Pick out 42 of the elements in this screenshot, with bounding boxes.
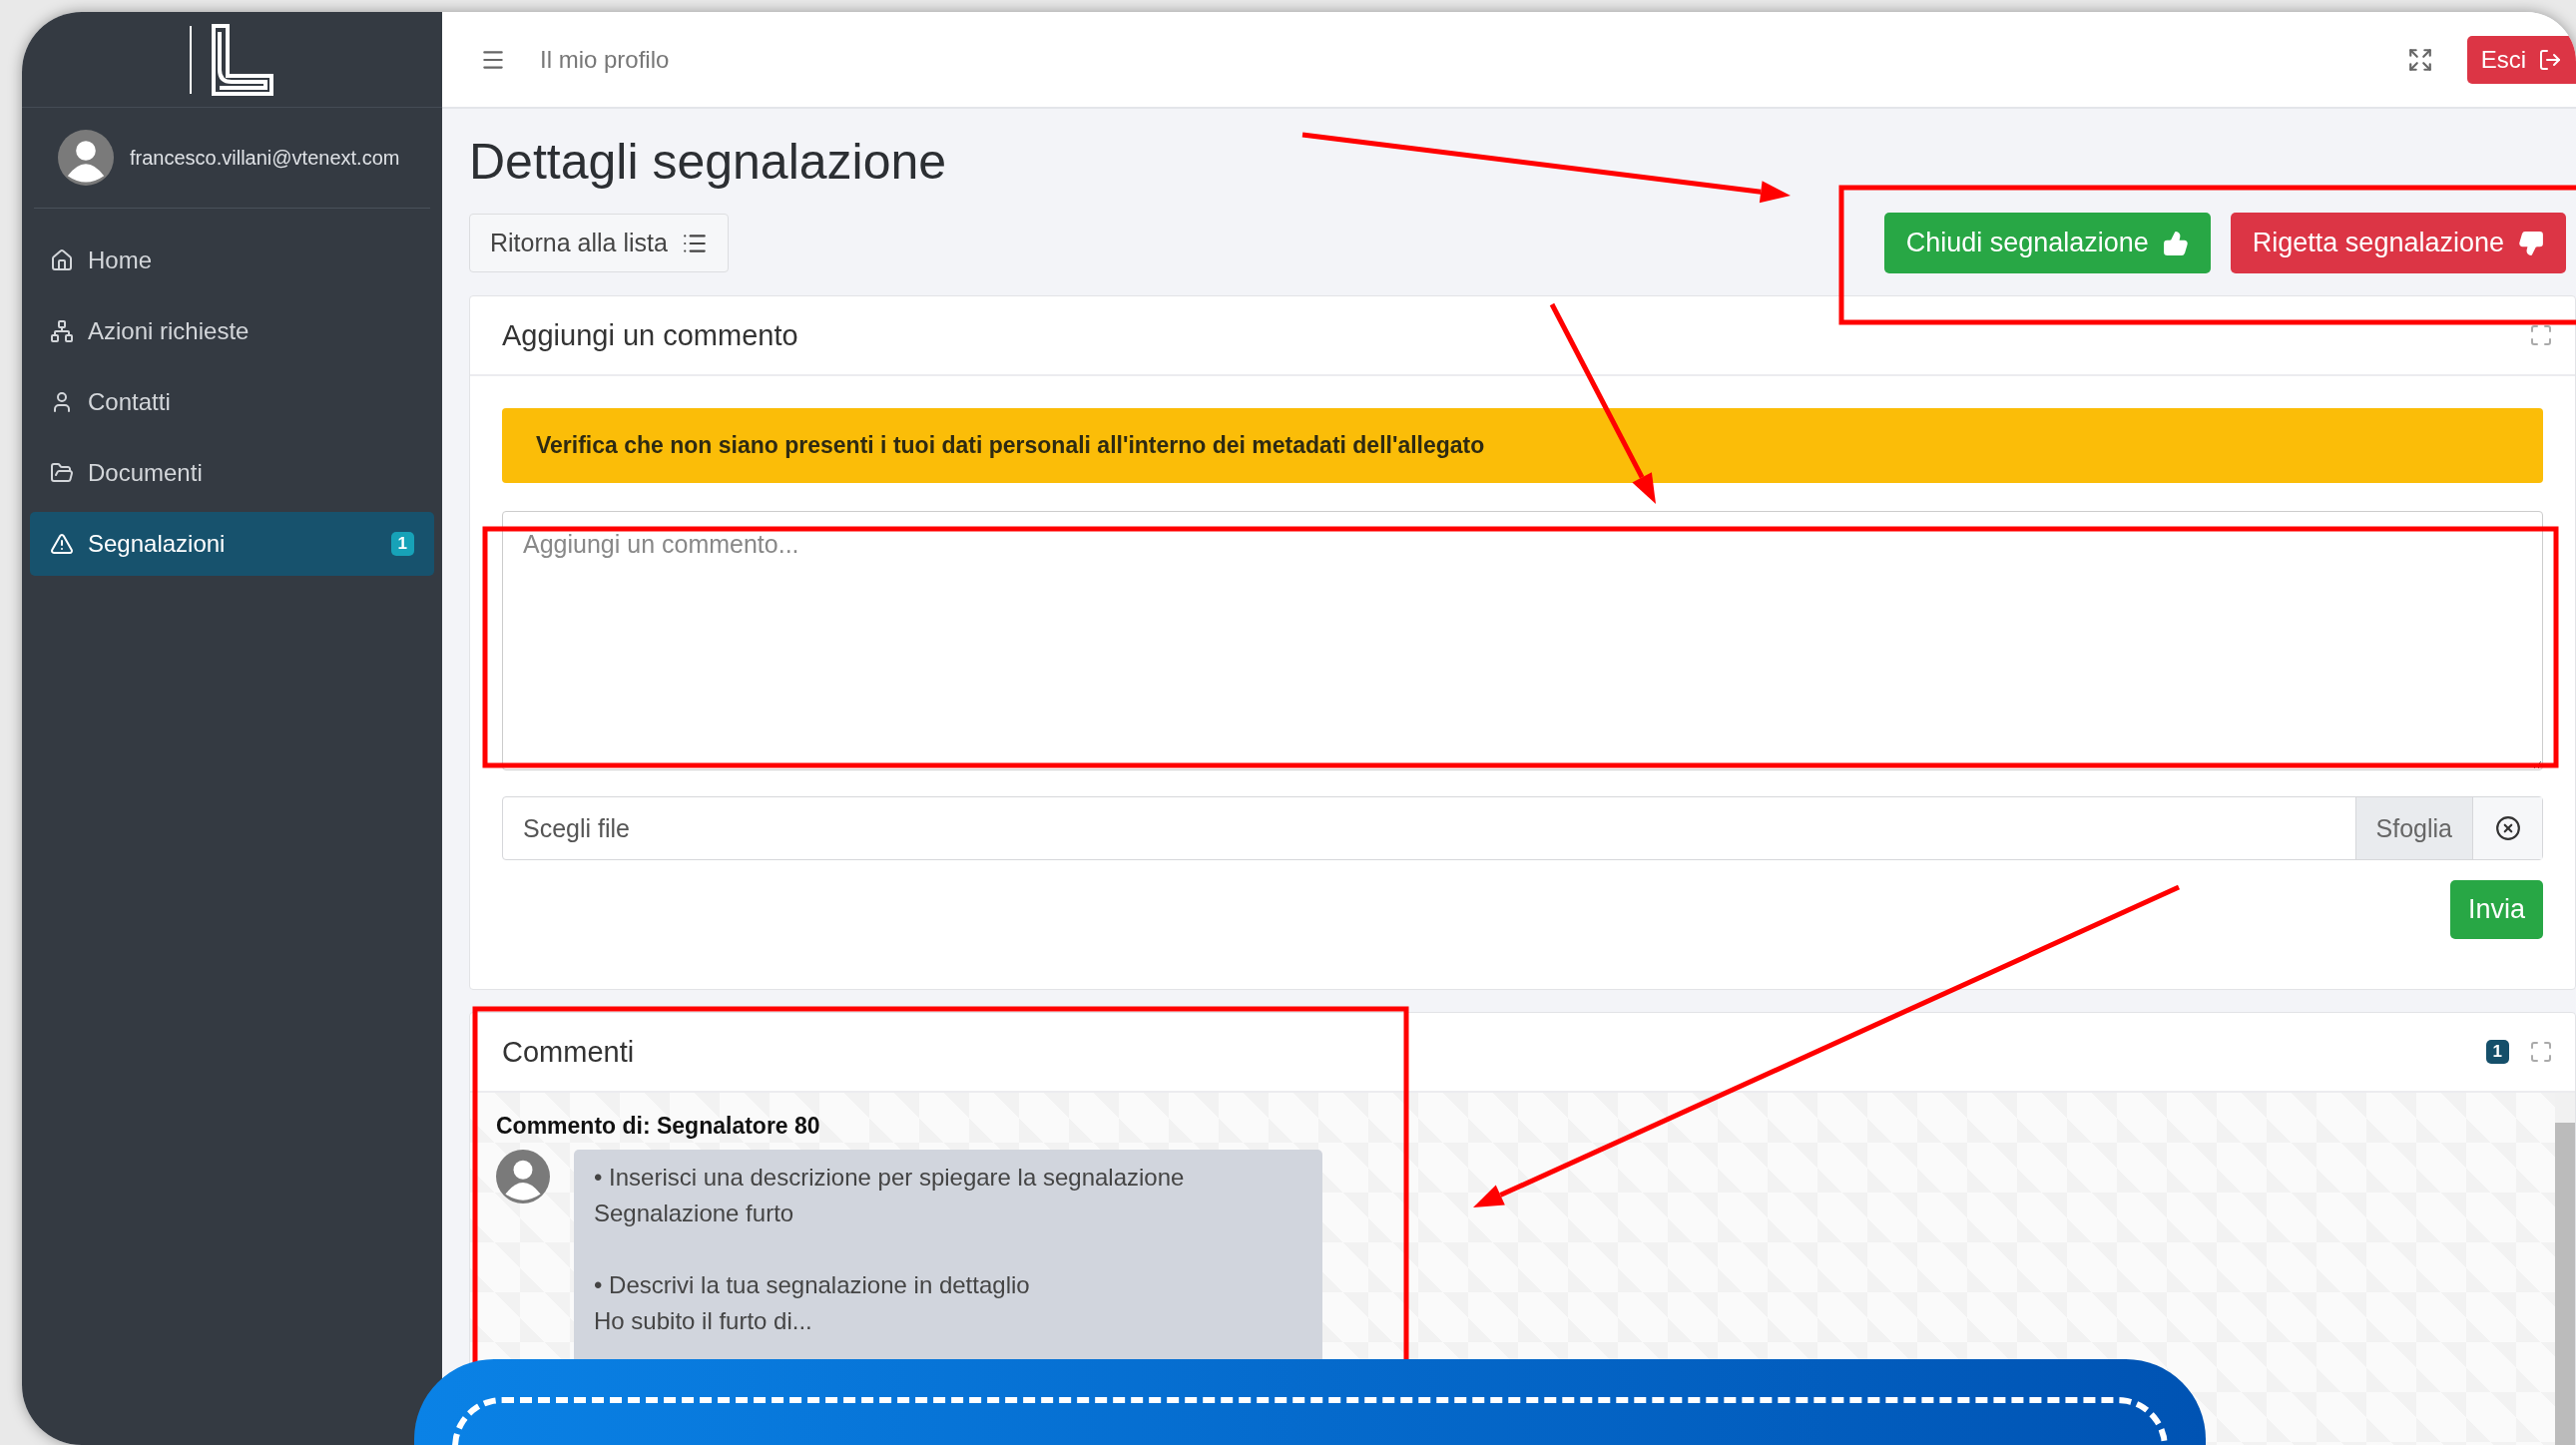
sidebar-item[interactable]: Contatti [30,370,434,434]
sidebar-item[interactable]: Azioni richieste [30,299,434,363]
sidebar-item[interactable]: Home [30,229,434,292]
count-badge: 1 [390,532,414,556]
file-input-field[interactable]: Scegli file Sfoglia [502,796,2543,860]
close-icon [2494,815,2521,841]
sidebar-label: Segnalazioni [88,530,227,558]
logout-icon [2538,47,2562,72]
count-badge: 1 [2485,1040,2509,1064]
sidebar-label: Contatti [88,388,172,416]
sidebar-item[interactable]: Documenti [30,441,434,505]
reject-report-button[interactable]: Rigetta segnalazione [2230,213,2566,273]
sidebar-item[interactable]: Segnalazioni 1 [30,512,434,576]
breadcrumb-link[interactable]: Il mio profilo [540,45,2373,74]
avatar-icon [58,130,114,186]
card-title: Commenti [502,1035,636,1069]
browse-button[interactable]: Sfoglia [2354,797,2472,859]
user-email: francesco.villani@vtenext.com [130,146,400,170]
comment-author: Commento di: Segnalatore 80 [496,1113,821,1140]
hierarchy-icon [50,319,74,343]
fullscreen-button[interactable] [2406,46,2433,73]
sidebar-label: Azioni richieste [88,317,251,345]
warning-icon [50,532,74,556]
sidebar-label: Home [88,246,154,274]
comment-answer: Ho subito il furto di... [594,1306,813,1336]
expand-button[interactable] [2529,323,2553,347]
comment-question: • Inserisci una descrizione per spiegare la segnalazione [594,1163,1186,1193]
sidebar-label: Documenti [88,459,204,487]
avatar-icon [496,1150,550,1204]
page-title: Dettagli segnalazione [469,133,947,191]
clear-file-button[interactable] [2472,797,2542,859]
comment-input-field[interactable]: Aggiungi un commento... [502,511,2543,770]
thumbs-down-icon [2518,230,2544,256]
back-to-list-button[interactable]: Ritorna alla lista [469,214,729,272]
folder-icon [50,461,74,485]
logout-button[interactable]: Esci [2466,35,2576,84]
thumbs-up-icon [2162,230,2189,256]
comment-question: • Descrivi la tua segnalazione in dettaglio [594,1270,1031,1300]
warning-alert: Verifica che non siano presenti i tuoi dati personali all'interno dei metadati dell'allegato [502,408,2543,483]
home-icon [50,248,74,272]
comment-answer: Segnalazione furto [594,1199,795,1228]
card-title: Aggiungi un commento [502,318,799,352]
